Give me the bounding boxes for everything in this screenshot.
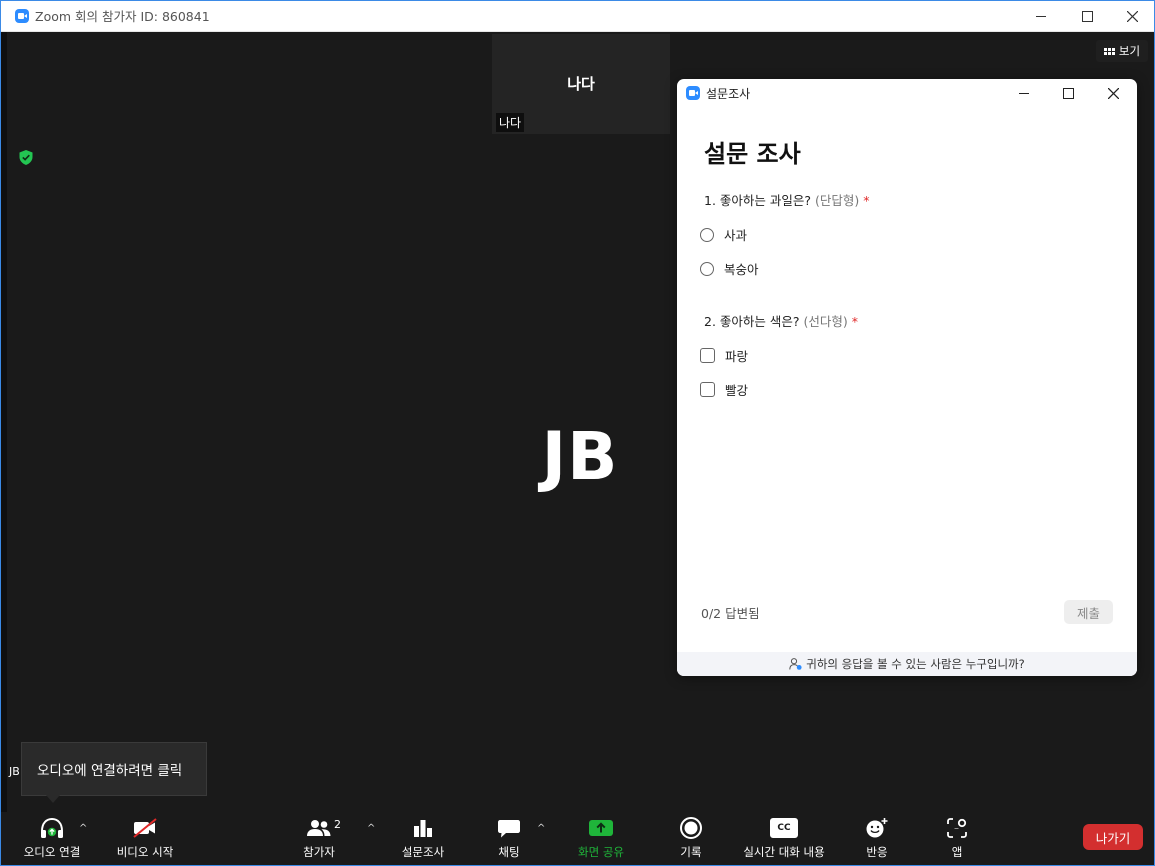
record-icon bbox=[679, 812, 703, 844]
polls-label: 설문조사 bbox=[401, 845, 445, 859]
minimize-icon bbox=[1036, 15, 1046, 17]
question-2-option-1[interactable]: 파랑 bbox=[700, 346, 748, 365]
audio-connect-button[interactable]: 오디오 연결 bbox=[18, 812, 86, 866]
question-1-required-mark: * bbox=[863, 193, 870, 208]
audio-connect-tooltip: 오디오에 연결하려면 클릭 bbox=[21, 742, 207, 803]
zoom-app-icon bbox=[15, 8, 29, 23]
question-2-text: 2. 좋아하는 색은? bbox=[704, 314, 800, 329]
question-1-text: 1. 좋아하는 과일은? bbox=[704, 193, 812, 208]
start-video-button[interactable]: 비디오 시작 bbox=[110, 812, 180, 866]
answered-status: 0/2 답변됨 bbox=[701, 606, 760, 621]
bar-chart-icon bbox=[412, 812, 434, 844]
checkbox[interactable] bbox=[700, 382, 715, 397]
close-icon bbox=[1126, 10, 1138, 22]
apps-button[interactable]: 앱 bbox=[943, 812, 971, 866]
gallery-grid-icon bbox=[1103, 47, 1115, 55]
cc-text: CC bbox=[770, 818, 798, 838]
live-transcript-button[interactable]: CC 실시간 대화 내용 bbox=[736, 812, 832, 866]
leave-meeting-button[interactable]: 나가기 bbox=[1083, 824, 1143, 850]
question-1-option-1[interactable]: 사과 bbox=[700, 225, 747, 244]
poll-window-title: 설문조사 bbox=[706, 86, 751, 101]
zoom-app-icon bbox=[686, 86, 700, 100]
record-button[interactable]: 기록 bbox=[673, 812, 709, 866]
participants-icon bbox=[306, 812, 332, 844]
question-2-type-hint: (선다형) bbox=[803, 314, 848, 329]
question-2-required-mark: * bbox=[851, 314, 858, 329]
participants-options-caret[interactable]: ^ bbox=[367, 823, 375, 834]
maximize-icon bbox=[1062, 87, 1074, 99]
apps-label: 앱 bbox=[951, 845, 963, 859]
video-off-icon bbox=[131, 812, 159, 844]
main-video-name-label: JB bbox=[9, 765, 20, 778]
reactions-button[interactable]: 반응 bbox=[860, 812, 894, 866]
minimize-button[interactable] bbox=[1018, 0, 1064, 32]
submit-button[interactable]: 제출 bbox=[1064, 600, 1113, 624]
window-title: Zoom 회의 참가자 ID: 860841 bbox=[35, 9, 210, 24]
radio-button[interactable] bbox=[700, 227, 714, 242]
reaction-emoji-icon bbox=[865, 812, 889, 844]
live-transcript-label: 실시간 대화 내용 bbox=[743, 845, 825, 859]
question-1-type-hint: (단답형) bbox=[815, 193, 860, 208]
apps-icon bbox=[946, 812, 968, 844]
poll-close-button[interactable] bbox=[1091, 79, 1135, 107]
checkbox[interactable] bbox=[700, 348, 715, 363]
reactions-label: 반응 bbox=[866, 845, 888, 859]
thumbnail-name: 나다 bbox=[567, 75, 595, 93]
audio-options-caret[interactable]: ^ bbox=[79, 823, 87, 834]
meeting-toolbar: 오디오 연결 ^ 비디오 시작 참가자 2 ^ 설문조사 채팅 ^ 화면 공유 … bbox=[0, 812, 1155, 866]
poll-heading: 설문 조사 bbox=[704, 140, 801, 168]
option-label: 사과 bbox=[724, 228, 748, 243]
record-label: 기록 bbox=[680, 845, 702, 859]
option-label: 빨강 bbox=[725, 383, 749, 398]
share-screen-label: 화면 공유 bbox=[578, 845, 624, 859]
chat-label: 채팅 bbox=[498, 845, 520, 859]
question-2: 2. 좋아하는 색은? (선다형) * bbox=[704, 311, 858, 330]
view-button[interactable]: 보기 bbox=[1096, 40, 1148, 62]
radio-button[interactable] bbox=[700, 261, 714, 276]
headphones-icon bbox=[39, 812, 65, 844]
option-label: 복숭아 bbox=[724, 262, 759, 277]
security-shield-icon[interactable] bbox=[19, 150, 33, 165]
close-icon bbox=[1107, 87, 1119, 99]
polls-button[interactable]: 설문조사 bbox=[396, 812, 450, 866]
poll-footer-text: 귀하의 응답을 볼 수 있는 사람은 누구입니까? bbox=[806, 657, 1025, 671]
person-info-icon bbox=[789, 658, 802, 670]
participant-thumbnail[interactable]: 나다 나다 bbox=[492, 34, 670, 134]
chat-button[interactable]: 채팅 bbox=[492, 812, 526, 866]
poll-minimize-button[interactable] bbox=[1002, 79, 1046, 107]
maximize-button[interactable] bbox=[1064, 0, 1110, 32]
maximize-icon bbox=[1081, 10, 1093, 22]
poll-dialog: 설문조사 설문 조사 1. 좋아하는 과일은? (단답형) * 사과 복숭아 2… bbox=[677, 79, 1137, 676]
question-2-option-2[interactable]: 빨강 bbox=[700, 380, 748, 399]
minimize-icon bbox=[1019, 92, 1029, 94]
participants-label: 참가자 bbox=[303, 845, 335, 859]
share-screen-button[interactable]: 화면 공유 bbox=[573, 812, 629, 866]
question-1: 1. 좋아하는 과일은? (단답형) * bbox=[704, 190, 870, 209]
window-titlebar: Zoom 회의 참가자 ID: 860841 bbox=[0, 0, 1155, 32]
question-1-option-2[interactable]: 복숭아 bbox=[700, 259, 759, 278]
option-label: 파랑 bbox=[725, 349, 749, 364]
view-button-label: 보기 bbox=[1118, 44, 1141, 58]
left-edge-strip bbox=[0, 32, 7, 866]
poll-maximize-button[interactable] bbox=[1046, 79, 1090, 107]
tooltip-text: 오디오에 연결하려면 클릭 bbox=[37, 763, 183, 779]
main-video-initials: JB bbox=[541, 418, 619, 495]
start-video-label: 비디오 시작 bbox=[116, 845, 174, 859]
close-button[interactable] bbox=[1109, 0, 1155, 32]
poll-privacy-footer[interactable]: 귀하의 응답을 볼 수 있는 사람은 누구입니까? bbox=[677, 652, 1137, 676]
chat-bubble-icon bbox=[497, 812, 521, 844]
thumbnail-name-label: 나다 bbox=[496, 113, 525, 132]
participants-count: 2 bbox=[334, 818, 341, 831]
chat-options-caret[interactable]: ^ bbox=[537, 823, 545, 834]
closed-captions-icon: CC bbox=[770, 812, 798, 844]
share-screen-icon bbox=[588, 812, 614, 844]
audio-connect-label: 오디오 연결 bbox=[23, 845, 81, 859]
